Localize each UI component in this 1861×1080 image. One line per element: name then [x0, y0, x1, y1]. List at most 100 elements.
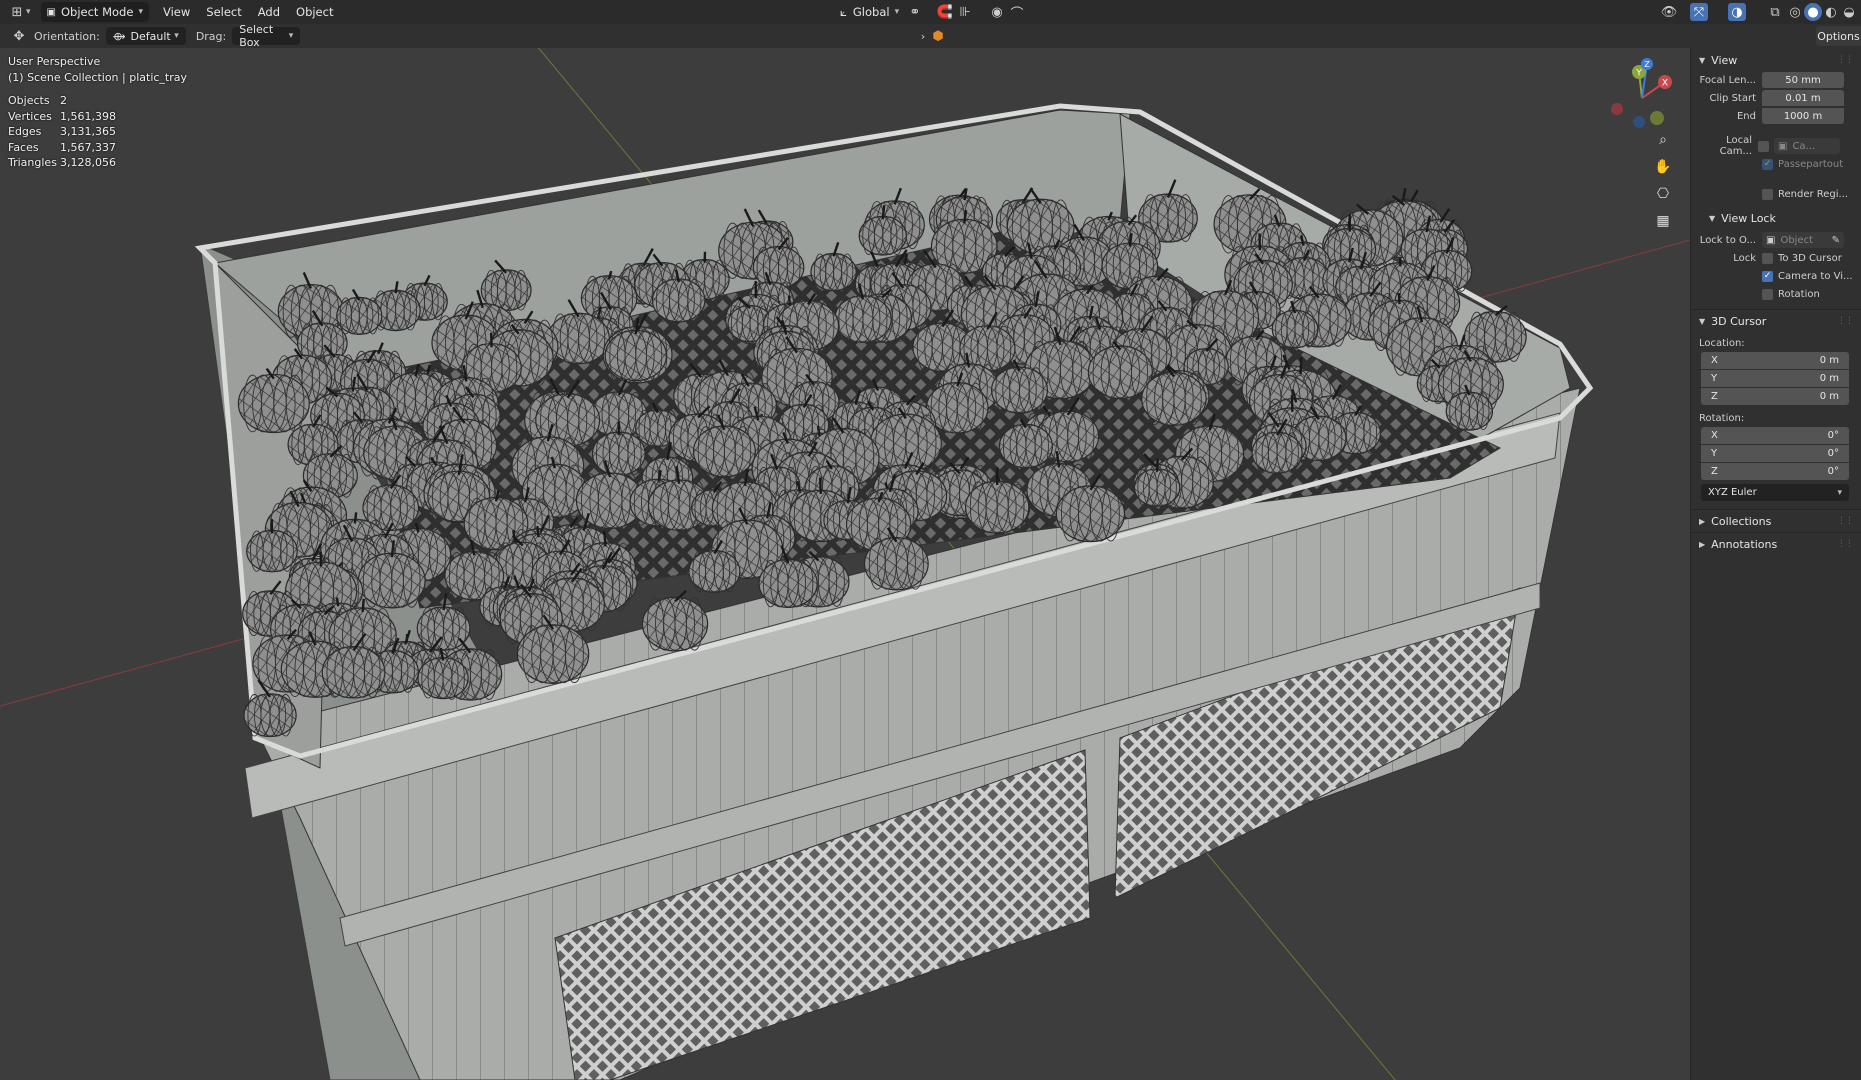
camera-view-icon[interactable]: ⎔: [1651, 182, 1675, 206]
lock-to-3d-cursor-label: To 3D Cursor: [1778, 252, 1842, 264]
axis-label: Y: [1711, 448, 1718, 459]
collection-label: (1) Scene Collection | platic_tray: [8, 70, 188, 84]
chevron-down-icon: ▾: [174, 31, 179, 41]
pan-hand-icon[interactable]: ✋: [1651, 155, 1675, 179]
rotation-mode-value: XYZ Euler: [1708, 487, 1757, 498]
transform-orientation-label: Global: [852, 5, 890, 19]
scene-statistics: Objects 2 Vertices 1,561,398 Edges 3,131,36…: [8, 94, 116, 172]
drag-grip-icon[interactable]: ⋮⋮: [1837, 539, 1854, 549]
panel-view-lock-header[interactable]: ▼ View Lock: [1691, 207, 1861, 229]
drag-dropdown[interactable]: Select Box ▾: [232, 23, 301, 49]
orientation-dropdown[interactable]: ⟴ Default ▾: [105, 27, 186, 45]
material-shading-icon[interactable]: ◐: [1822, 3, 1840, 21]
axis-label: X: [1711, 355, 1718, 366]
stat-value: 1,561,398: [60, 109, 116, 123]
panel-view-title: View: [1711, 53, 1738, 67]
wireframe-shading-icon[interactable]: ◎: [1786, 3, 1804, 21]
panel-view-header[interactable]: ▼ View ⋮⋮: [1691, 49, 1861, 71]
drag-grip-icon[interactable]: ⋮⋮: [1837, 316, 1854, 326]
gizmo-neg-z-axis[interactable]: [1633, 116, 1645, 128]
panel-annotations-title: Annotations: [1711, 537, 1778, 551]
3d-viewport[interactable]: User Perspective (1) Scene Collection | …: [0, 48, 1690, 1080]
overlays-icon[interactable]: ◑: [1728, 3, 1746, 21]
rotation-label: Rotation:: [1699, 412, 1745, 424]
drag-grip-icon[interactable]: ⋮⋮: [1837, 55, 1854, 65]
visibility-icon[interactable]: 👁: [1660, 3, 1678, 21]
chevron-down-icon: ▾: [138, 7, 143, 17]
stat-value: 1,567,337: [60, 140, 116, 154]
mode-dropdown[interactable]: ▣ Object Mode ▾: [40, 2, 149, 22]
cursor-rotation-z[interactable]: Z 0°: [1701, 463, 1849, 480]
pumpkin: [1141, 366, 1207, 426]
panel-3d-cursor-header[interactable]: ▼ 3D Cursor ⋮⋮: [1691, 310, 1861, 332]
clip-start-row: Clip Start 0.01 m: [1691, 89, 1861, 107]
local-camera-field[interactable]: ▣ Ca...: [1774, 138, 1840, 154]
axis-value: 0 m: [1819, 355, 1839, 366]
menu-object[interactable]: Object: [288, 5, 341, 19]
chevron-down-icon: ▾: [894, 7, 900, 17]
local-camera-checkbox[interactable]: [1758, 140, 1769, 152]
clip-end-field[interactable]: 1000 m: [1762, 108, 1844, 124]
rendered-shading-icon[interactable]: ◒: [1840, 3, 1858, 21]
menu-view[interactable]: View: [155, 5, 198, 19]
xray-icon[interactable]: ⧉: [1766, 3, 1784, 21]
cursor-rotation-y[interactable]: Y 0°: [1701, 445, 1849, 462]
drag-value: Select Box: [239, 23, 274, 49]
object-mode-icon: ▣: [46, 6, 56, 18]
tab-options[interactable]: Options: [1816, 26, 1861, 46]
sidebar-panel: ▼ View ⋮⋮ Focal Len... 50 mm Clip Start …: [1690, 48, 1861, 1080]
cursor-rotation-x[interactable]: X 0°: [1701, 427, 1849, 444]
location-label: Location:: [1699, 337, 1745, 349]
perspective-label: User Perspective: [8, 55, 101, 68]
editor-type-icon[interactable]: ⊞: [8, 3, 26, 21]
transform-orientation-dropdown[interactable]: ⟀ Global ▾: [834, 2, 905, 22]
camera-icon: ▣: [1778, 140, 1788, 152]
scene-render[interactable]: [0, 48, 1690, 1080]
stat-label: Objects: [8, 94, 50, 107]
focal-length-field[interactable]: 50 mm: [1762, 72, 1844, 88]
eyedropper-icon[interactable]: ✎: [1832, 235, 1840, 246]
orientation-dropdown-icon: ⟴: [112, 29, 126, 43]
stat-row: Faces 1,567,337: [8, 141, 116, 157]
cursor-location-x[interactable]: X 0 m: [1701, 352, 1849, 369]
lock-rotation-checkbox[interactable]: [1762, 288, 1773, 300]
pumpkin: [869, 407, 942, 473]
asset-shelf-icon[interactable]: ⬢: [929, 27, 947, 45]
cursor-location-z[interactable]: Z 0 m: [1701, 388, 1849, 405]
stat-value: 2: [60, 94, 67, 107]
menu-select[interactable]: Select: [198, 5, 249, 19]
lock-to-3d-cursor-checkbox[interactable]: [1762, 252, 1773, 264]
navigation-gizmo[interactable]: X Y Z: [1597, 58, 1687, 138]
snap-increment-icon[interactable]: ⊪: [956, 3, 974, 21]
move-tool-icon[interactable]: ✥: [10, 27, 28, 45]
falloff-icon[interactable]: ⌒: [1008, 3, 1026, 22]
proportional-editing-icon[interactable]: ◉: [988, 3, 1006, 21]
perspective-grid-icon[interactable]: ▦: [1651, 209, 1675, 233]
gizmo-neg-x-axis[interactable]: [1611, 103, 1623, 115]
cursor-location-y[interactable]: Y 0 m: [1701, 370, 1849, 387]
lock-to-object-field[interactable]: ▣ Object ✎: [1762, 232, 1844, 248]
axis-label: Z: [1711, 391, 1718, 402]
solid-shading-icon[interactable]: ●: [1804, 3, 1822, 21]
stat-row: Edges 3,131,365: [8, 125, 116, 141]
rotation-mode-dropdown[interactable]: XYZ Euler ▾: [1701, 484, 1849, 501]
passepartout-label: Passepartout: [1778, 158, 1844, 170]
drag-grip-icon[interactable]: ⋮⋮: [1837, 516, 1854, 526]
render-region-checkbox[interactable]: [1762, 188, 1773, 200]
menu-add[interactable]: Add: [250, 5, 288, 19]
pivot-point-icon[interactable]: ⚭: [906, 3, 924, 21]
camera-to-view-checkbox[interactable]: ✓: [1762, 270, 1773, 282]
chevron-right-icon: ▶: [1699, 516, 1706, 526]
orientation-icon: ⟀: [840, 4, 847, 19]
camera-to-view-label: Camera to Vi...: [1778, 270, 1853, 282]
axis-value: 0°: [1827, 448, 1839, 459]
panel-collections-header[interactable]: ▶ Collections ⋮⋮: [1691, 510, 1861, 532]
passepartout-checkbox[interactable]: ✓: [1762, 158, 1773, 170]
gizmo-neg-y-axis[interactable]: [1650, 111, 1664, 125]
zoom-icon[interactable]: ⌕: [1651, 128, 1675, 152]
lock-to-object-placeholder: Object: [1780, 234, 1814, 246]
clip-start-field[interactable]: 0.01 m: [1762, 90, 1844, 106]
snap-icon[interactable]: 🧲: [936, 3, 954, 21]
gizmo-toggle-icon[interactable]: ⤧: [1690, 3, 1708, 21]
panel-annotations-header[interactable]: ▶ Annotations ⋮⋮: [1691, 533, 1861, 555]
